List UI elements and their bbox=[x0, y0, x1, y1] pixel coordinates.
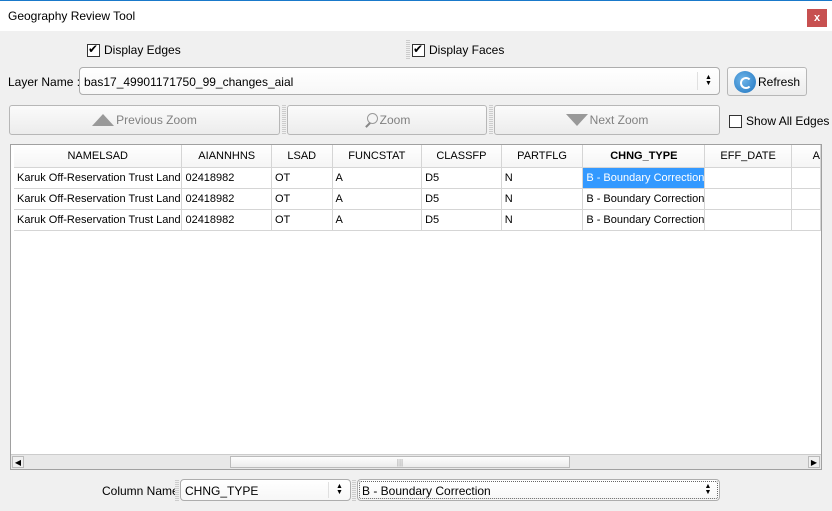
show-all-edges-checkbox[interactable]: Show All Edges bbox=[729, 114, 829, 128]
attribute-table[interactable]: NAMELSAD AIANNHNS LSAD FUNCSTAT CLASSFP … bbox=[10, 144, 822, 470]
horizontal-scrollbar[interactable]: ◀ ||| ▶ bbox=[11, 454, 821, 469]
show-all-edges-label: Show All Edges bbox=[746, 114, 830, 128]
cell-classfp[interactable]: D5 bbox=[421, 188, 502, 210]
cell-namelsad[interactable]: Karuk Off-Reservation Trust Land bbox=[14, 188, 183, 210]
cell-partial[interactable] bbox=[791, 209, 821, 231]
checkbox-box[interactable] bbox=[87, 42, 100, 57]
refresh-label: Refresh bbox=[757, 74, 801, 89]
value-select-value: B - Boundary Correction bbox=[362, 484, 491, 498]
previous-zoom-button[interactable]: Previous Zoom bbox=[9, 105, 280, 135]
cell-funcstat[interactable]: A bbox=[332, 167, 423, 189]
checkbox-box[interactable] bbox=[729, 114, 742, 128]
table-header-row: NAMELSAD AIANNHNS LSAD FUNCSTAT CLASSFP … bbox=[14, 145, 821, 168]
cell-eff-date[interactable] bbox=[704, 188, 792, 210]
table-row[interactable]: Karuk Off-Reservation Trust Land 0241898… bbox=[14, 209, 821, 231]
layer-name-value: bas17_49901171750_99_changes_aial bbox=[84, 75, 294, 89]
value-select[interactable]: B - Boundary Correction ▲ ▼ bbox=[357, 479, 720, 501]
cell-eff-date[interactable] bbox=[704, 209, 792, 231]
column-name-label: Column Name : bbox=[102, 484, 186, 498]
cell-namelsad[interactable]: Karuk Off-Reservation Trust Land bbox=[14, 209, 183, 231]
refresh-icon bbox=[733, 70, 756, 93]
close-icon: x bbox=[813, 12, 821, 24]
cell-lsad[interactable]: OT bbox=[271, 209, 333, 231]
cell-funcstat[interactable]: A bbox=[332, 188, 423, 210]
zoom-button[interactable]: Zoom bbox=[287, 105, 487, 135]
toolbar-grip bbox=[282, 105, 286, 135]
toolbar-grip bbox=[489, 105, 493, 135]
column-header-classfp[interactable]: CLASSFP bbox=[421, 145, 502, 168]
title-bar: Geography Review Tool x bbox=[0, 0, 832, 31]
column-name-value: CHNG_TYPE bbox=[185, 484, 259, 498]
next-zoom-button[interactable]: Next Zoom bbox=[494, 105, 720, 135]
column-header-namelsad[interactable]: NAMELSAD bbox=[14, 145, 183, 168]
next-zoom-label: Next Zoom bbox=[589, 113, 649, 127]
cell-namelsad[interactable]: Karuk Off-Reservation Trust Land bbox=[14, 167, 183, 189]
cell-aiannhns[interactable]: 02418982 bbox=[181, 209, 272, 231]
cell-eff-date[interactable] bbox=[704, 167, 792, 189]
cell-chng-type-selected[interactable]: B - Boundary Correction bbox=[582, 167, 706, 189]
column-header-aiannhns[interactable]: AIANNHNS bbox=[181, 145, 272, 168]
updown-arrows-icon: ▲ ▼ bbox=[328, 482, 350, 498]
magnifier-icon bbox=[364, 113, 378, 127]
cell-partflg[interactable]: N bbox=[501, 188, 584, 210]
cell-classfp[interactable]: D5 bbox=[421, 209, 502, 231]
table-row[interactable]: Karuk Off-Reservation Trust Land 0241898… bbox=[14, 167, 821, 189]
cell-partflg[interactable]: N bbox=[501, 209, 584, 231]
window-title: Geography Review Tool bbox=[8, 9, 136, 23]
toolbar-grip bbox=[175, 480, 179, 501]
column-header-partial[interactable]: A bbox=[791, 145, 821, 168]
updown-arrows-icon: ▲ ▼ bbox=[697, 72, 719, 90]
layer-name-label: Layer Name : bbox=[8, 75, 81, 89]
scroll-right-arrow-icon[interactable]: ▶ bbox=[808, 456, 820, 468]
cell-chng-type[interactable]: B - Boundary Correction bbox=[582, 188, 706, 210]
display-edges-checkbox[interactable]: Display Edges bbox=[87, 42, 181, 57]
column-header-lsad[interactable]: LSAD bbox=[271, 145, 333, 168]
cell-partflg[interactable]: N bbox=[501, 167, 584, 189]
column-header-chng-type[interactable]: CHNG_TYPE bbox=[582, 145, 706, 168]
updown-arrows-icon: ▲ ▼ bbox=[704, 483, 712, 496]
column-name-select[interactable]: CHNG_TYPE ▲ ▼ bbox=[180, 479, 351, 501]
cell-partial[interactable] bbox=[791, 188, 821, 210]
previous-zoom-label: Previous Zoom bbox=[116, 113, 197, 127]
display-faces-label: Display Faces bbox=[429, 43, 505, 57]
cell-funcstat[interactable]: A bbox=[332, 209, 423, 231]
column-header-eff-date[interactable]: EFF_DATE bbox=[704, 145, 792, 168]
scrollbar-thumb[interactable]: ||| bbox=[230, 456, 570, 468]
checkbox-box[interactable] bbox=[412, 42, 425, 57]
close-button[interactable]: x bbox=[807, 9, 827, 27]
column-header-partflg[interactable]: PARTFLG bbox=[501, 145, 584, 168]
zoom-label: Zoom bbox=[379, 113, 411, 127]
cell-classfp[interactable]: D5 bbox=[421, 167, 502, 189]
toolbar-grip bbox=[406, 40, 410, 60]
table-row[interactable]: Karuk Off-Reservation Trust Land 0241898… bbox=[14, 188, 821, 210]
cell-aiannhns[interactable]: 02418982 bbox=[181, 167, 272, 189]
cell-lsad[interactable]: OT bbox=[271, 167, 333, 189]
triangle-down-icon bbox=[565, 114, 588, 126]
cell-chng-type[interactable]: B - Boundary Correction bbox=[582, 209, 706, 231]
cell-lsad[interactable]: OT bbox=[271, 188, 333, 210]
scroll-left-arrow-icon[interactable]: ◀ bbox=[12, 456, 24, 468]
layer-name-select[interactable]: bas17_49901171750_99_changes_aial ▲ ▼ bbox=[79, 67, 720, 95]
column-header-funcstat[interactable]: FUNCSTAT bbox=[332, 145, 423, 168]
cell-partial[interactable] bbox=[791, 167, 821, 189]
display-faces-checkbox[interactable]: Display Faces bbox=[412, 42, 505, 57]
toolbar-grip bbox=[352, 480, 356, 501]
cell-aiannhns[interactable]: 02418982 bbox=[181, 188, 272, 210]
refresh-button[interactable]: Refresh bbox=[727, 67, 807, 96]
triangle-up-icon bbox=[92, 114, 115, 126]
attribute-grid: NAMELSAD AIANNHNS LSAD FUNCSTAT CLASSFP … bbox=[14, 145, 821, 231]
display-edges-label: Display Edges bbox=[104, 43, 181, 57]
